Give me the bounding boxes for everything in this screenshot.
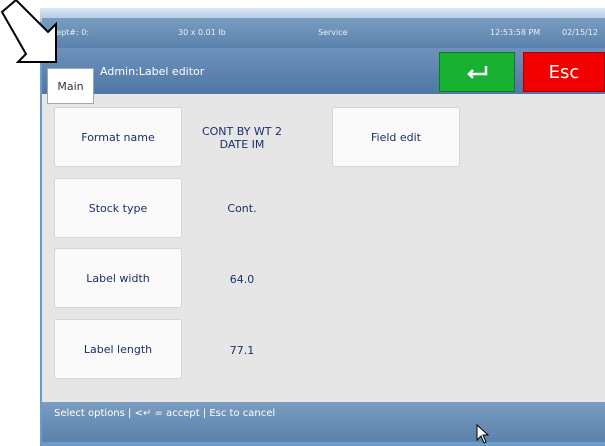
status-capacity: 30 x 0.01 lb: [178, 28, 226, 37]
label-length-value: 77.1: [229, 344, 255, 357]
esc-button[interactable]: Esc: [523, 52, 605, 92]
stock-type-button[interactable]: Stock type: [54, 178, 182, 238]
field-edit-button[interactable]: Field edit: [332, 107, 460, 167]
page-title: Admin:Label editor: [100, 65, 205, 78]
format-name-value: CONT BY WT 2 DATE IM: [190, 125, 294, 151]
format-name-value-line2: DATE IM: [219, 138, 265, 151]
status-time: 12:53:58 PM: [490, 28, 541, 37]
enter-button[interactable]: [439, 52, 515, 92]
status-date: 02/15/12: [562, 28, 598, 37]
pointer-arrow-icon: [0, 0, 57, 63]
enter-arrow-icon: [467, 66, 488, 79]
format-name-button[interactable]: Format name: [54, 107, 182, 167]
scale-screen: Dept#: 0: 30 x 0.01 lb Service 12:53:58 …: [42, 18, 605, 442]
mouse-cursor-icon: [476, 424, 490, 444]
stock-type-value: Cont.: [227, 202, 257, 215]
label-width-button[interactable]: Label width: [54, 248, 182, 308]
help-text: Select options | <↵ = accept | Esc to ca…: [54, 408, 276, 419]
label-width-value: 64.0: [229, 273, 255, 286]
label-length-button[interactable]: Label length: [54, 319, 182, 379]
format-name-value-line1: CONT BY WT 2: [201, 125, 283, 138]
status-mode: Service: [318, 28, 348, 37]
status-bar: Dept#: 0: 30 x 0.01 lb Service 12:53:58 …: [42, 18, 605, 48]
